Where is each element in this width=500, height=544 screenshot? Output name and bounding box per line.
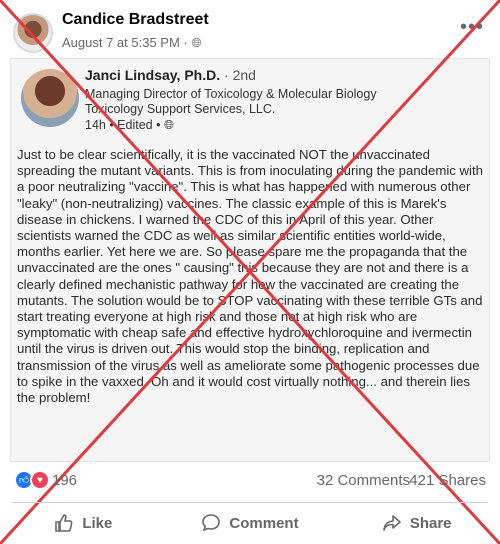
comments-count[interactable]: 32 Comments (317, 472, 410, 489)
embedded-screenshot: Janci Lindsay, Ph.D. · 2nd Managing Dire… (10, 58, 490, 462)
share-button[interactable]: Share (333, 506, 500, 540)
title-line-1: Managing Director of Toxicology & Molecu… (85, 87, 377, 101)
reaction-icons[interactable]: 👍︎ ♥ (14, 470, 50, 490)
embedded-body-text: Just to be clear scientifically, it is t… (17, 147, 483, 406)
post-actions: Like Comment Share (0, 506, 500, 540)
thumbs-up-icon (55, 514, 73, 532)
globe-icon: · 🌐︎ (183, 35, 202, 50)
author-avatar[interactable] (13, 13, 53, 53)
globe-icon: 🌐︎ (163, 118, 174, 132)
post-header: Candice Bradstreet August 7 at 5:35 PM ·… (0, 0, 500, 58)
embedded-author-title: Managing Director of Toxicology & Molecu… (85, 87, 485, 117)
reaction-count[interactable]: 196 (52, 472, 77, 489)
connection-degree: · 2nd (224, 67, 256, 83)
post-meta: August 7 at 5:35 PM · 🌐︎ (62, 35, 202, 51)
embedded-author-name: Janci Lindsay, Ph.D. (85, 67, 221, 83)
comment-button[interactable]: Comment (167, 506, 334, 540)
shares-count[interactable]: 421 Shares (409, 472, 486, 489)
comment-icon (202, 514, 221, 532)
share-icon (383, 515, 401, 531)
embedded-author: Janci Lindsay, Ph.D. · 2nd (85, 67, 256, 83)
post-stats: 👍︎ ♥ 196 32 Comments 421 Shares (0, 466, 500, 496)
share-label: Share (409, 514, 452, 532)
like-button[interactable]: Like (0, 506, 167, 540)
embedded-time: 14h • Edited • 🌐︎ (85, 118, 174, 132)
embedded-avatar (21, 69, 79, 127)
comment-label: Comment (229, 514, 299, 532)
love-reaction-icon: ♥ (30, 470, 50, 490)
post-date[interactable]: August 7 at 5:35 PM (62, 35, 180, 50)
title-line-2: Toxicology Support Services, LLC. (85, 102, 276, 116)
more-options-icon[interactable]: ••• (460, 16, 484, 39)
author-name[interactable]: Candice Bradstreet (62, 11, 209, 29)
like-label: Like (82, 514, 113, 532)
divider (12, 502, 488, 503)
